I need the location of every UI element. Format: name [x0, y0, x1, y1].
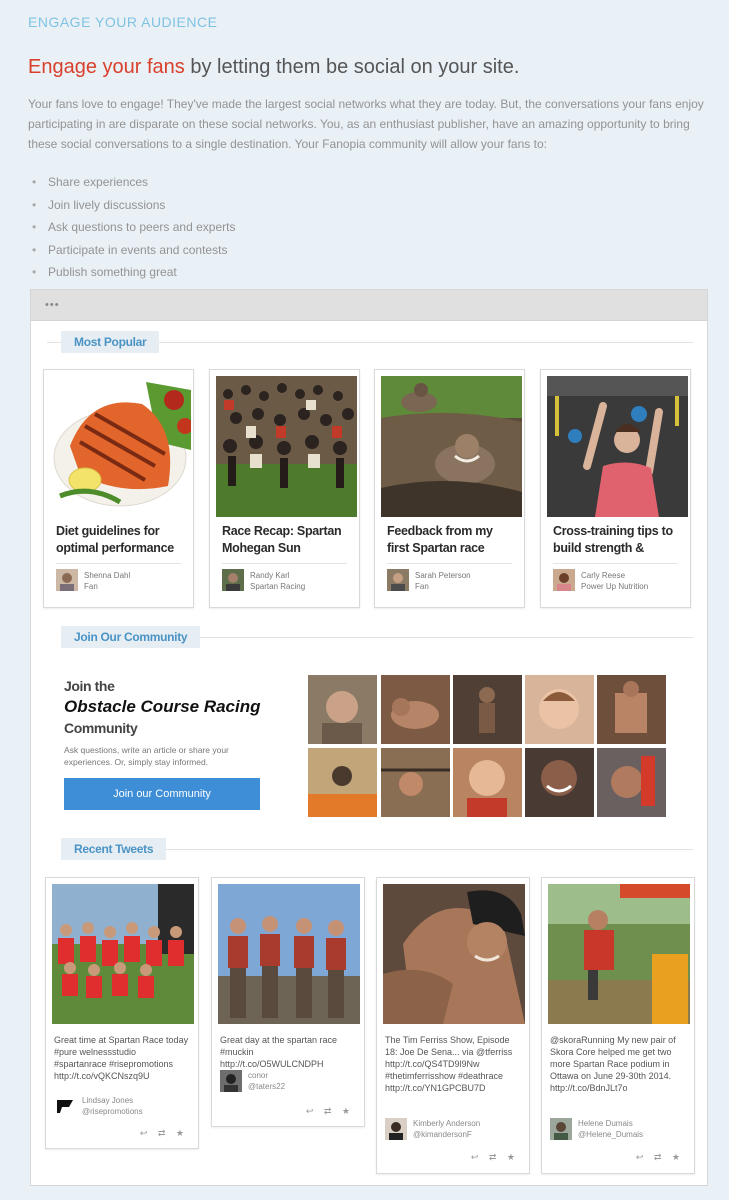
list-item: Share experiences	[32, 171, 235, 194]
tweet-avatar	[220, 1070, 242, 1092]
feature-list: Share experiences Join lively discussion…	[32, 171, 235, 284]
member-photo	[308, 675, 377, 744]
tweet-photo	[52, 884, 194, 1024]
card-author: Sarah Peterson Fan	[415, 571, 471, 591]
tweet-photo	[218, 884, 360, 1024]
avatar	[222, 569, 244, 591]
join-heading-line3: Community	[64, 720, 138, 736]
tweet-text: @skoraRunning My new pair of Skora Core …	[550, 1035, 676, 1093]
article-photo	[547, 376, 688, 517]
member-photo	[381, 748, 450, 817]
member-photo	[308, 748, 377, 817]
card-title: Cross-training tips to build strength &	[553, 524, 673, 555]
tweet-photo	[548, 884, 690, 1024]
section-label-most-popular: Most Popular	[61, 331, 160, 353]
list-item: Participate in events and contests	[32, 239, 235, 262]
article-photo	[381, 376, 522, 517]
tweet-author: Lindsay Jones @risepromotions	[82, 1096, 143, 1116]
tweet-actions[interactable]: ↩ ⇄ ★	[636, 1152, 684, 1163]
tweet-actions[interactable]: ↩ ⇄ ★	[471, 1152, 519, 1163]
article-photo	[216, 376, 357, 517]
popular-card[interactable]: Cross-training tips to build strength & …	[540, 369, 691, 608]
list-item: Join lively discussions	[32, 194, 235, 217]
popular-card[interactable]: Diet guidelines for optimal performance …	[43, 369, 194, 608]
section-title: ENGAGE YOUR AUDIENCE	[28, 14, 218, 30]
article-photo	[50, 376, 191, 517]
tweet-text: Great day at the spartan race #muckin ht…	[220, 1035, 338, 1069]
headline-rest: by letting them be social on your site.	[184, 56, 520, 78]
tweet-avatar	[550, 1118, 572, 1140]
most-popular-header: Most Popular	[47, 331, 693, 353]
join-community-header: Join Our Community	[47, 626, 693, 648]
tweet-author: Kimberly Anderson @kimandersonF	[413, 1119, 481, 1139]
window-dots-icon: •••	[45, 299, 60, 311]
list-item: Ask questions to peers and experts	[32, 216, 235, 239]
tweet-author: Helene Dumais @Helene_Dumais	[578, 1119, 644, 1139]
card-title: Feedback from my first Spartan race	[387, 524, 493, 555]
tweet-actions[interactable]: ↩ ⇄ ★	[140, 1128, 188, 1139]
section-label-join-community: Join Our Community	[61, 626, 201, 648]
tweet-text: The Tim Ferriss Show, Episode 18: Joe De…	[385, 1035, 513, 1093]
card-author: Randy Karl Spartan Racing	[250, 571, 306, 591]
member-photo	[597, 675, 666, 744]
tweet-text: Great time at Spartan Race today #pure w…	[54, 1035, 189, 1081]
tweet-author: conor @taters22	[248, 1071, 286, 1091]
community-mockup: ••• Most Popular Diet guidelines for opt…	[30, 289, 708, 1186]
join-description: Ask questions, write an article or share…	[64, 745, 229, 767]
tweet-actions[interactable]: ↩ ⇄ ★	[306, 1106, 354, 1117]
tweet-card[interactable]: The Tim Ferriss Show, Episode 18: Joe De…	[376, 877, 530, 1174]
tweet-card[interactable]: Great time at Spartan Race today #pure w…	[45, 877, 199, 1149]
join-heading-line2: Obstacle Course Racing	[64, 697, 261, 716]
tweet-avatar	[54, 1095, 76, 1117]
member-photo	[597, 748, 666, 817]
intro-paragraph: Your fans love to engage! They've made t…	[28, 97, 704, 151]
tweet-photo	[383, 884, 525, 1024]
tweet-card[interactable]: Great day at the spartan race #muckin ht…	[211, 877, 365, 1127]
section-label-recent-tweets: Recent Tweets	[61, 838, 167, 860]
headline: Engage your fans by letting them be soci…	[28, 56, 519, 79]
member-photo	[453, 748, 522, 817]
tweet-card[interactable]: @skoraRunning My new pair of Skora Core …	[541, 877, 695, 1174]
avatar	[387, 569, 409, 591]
avatar	[553, 569, 575, 591]
avatar	[56, 569, 78, 591]
card-title: Race Recap: Spartan Mohegan Sun	[222, 524, 342, 555]
member-photo	[381, 675, 450, 744]
tweet-avatar	[385, 1118, 407, 1140]
card-title: Diet guidelines for optimal performance	[56, 524, 174, 555]
list-item: Publish something great	[32, 261, 235, 284]
mockup-titlebar: •••	[31, 290, 707, 321]
headline-accent: Engage your fans	[28, 56, 185, 78]
popular-card[interactable]: Feedback from my first Spartan race Sara…	[374, 369, 525, 608]
card-author: Shenna Dahl Fan	[84, 571, 131, 591]
join-community-button[interactable]: Join our Community	[64, 778, 260, 810]
recent-tweets-header: Recent Tweets	[47, 838, 693, 860]
member-photo	[525, 748, 594, 817]
join-heading-line1: Join the	[64, 678, 115, 694]
popular-card[interactable]: Race Recap: Spartan Mohegan Sun Randy Ka…	[209, 369, 360, 608]
join-heading: Join the Obstacle Course Racing Communit…	[64, 676, 261, 738]
member-photo	[453, 675, 522, 744]
card-author: Carly Reese Power Up Nutrition	[581, 571, 649, 591]
member-photo	[525, 675, 594, 744]
